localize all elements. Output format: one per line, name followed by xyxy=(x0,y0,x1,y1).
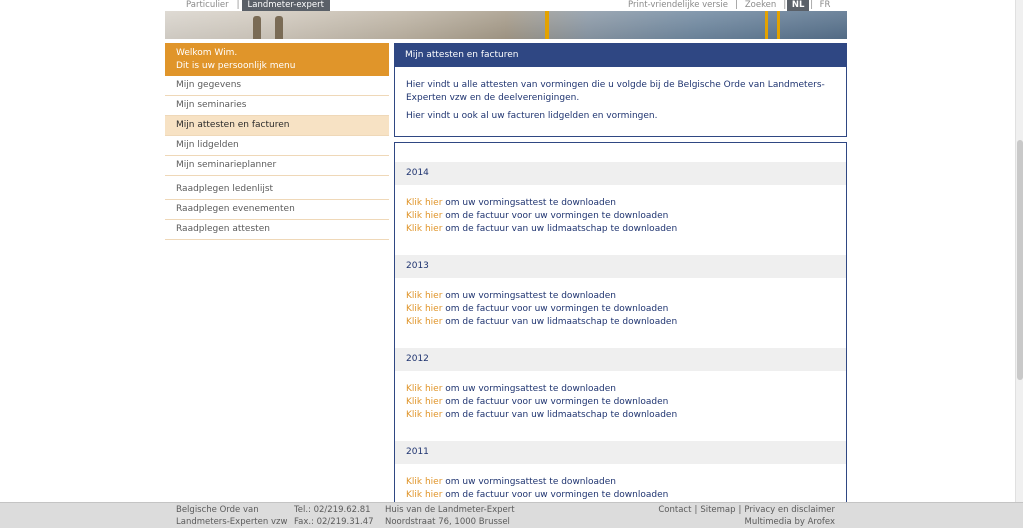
download-description: om uw vormingsattest te downloaden xyxy=(445,384,616,394)
menu-item-mijn-seminarieplanner[interactable]: Mijn seminarieplanner xyxy=(165,156,389,176)
menu-item-mijn-lidgelden[interactable]: Mijn lidgelden xyxy=(165,136,389,156)
intro-paragraph: Hier vindt u alle attesten van vormingen… xyxy=(406,80,825,103)
download-row: Klik hier om de factuur van uw lidmaatsc… xyxy=(406,223,835,236)
footer-privacy-link[interactable]: Privacy en disclaimer xyxy=(744,505,835,515)
download-description: om uw vormingsattest te downloaden xyxy=(445,477,616,487)
tab-particulier[interactable]: Particulier xyxy=(180,0,235,11)
footer-sitemap-link[interactable]: Sitemap xyxy=(700,505,735,515)
banner-crane xyxy=(765,11,768,39)
year-heading: 2014 xyxy=(395,162,846,185)
audience-tabs: Particulier | Landmeter-expert xyxy=(180,0,330,11)
klik-hier-link[interactable]: Klik hier xyxy=(406,224,442,234)
menu-item-raadplegen-ledenlijst[interactable]: Raadplegen ledenlijst xyxy=(165,180,389,200)
download-links: Klik hier om uw vormingsattest te downlo… xyxy=(395,185,846,236)
footer-street: Noordstraat 76, 1000 Brussel xyxy=(385,517,510,527)
year-heading: 2013 xyxy=(395,255,846,278)
klik-hier-link[interactable]: Klik hier xyxy=(406,397,442,407)
banner-person xyxy=(275,16,283,39)
menu-item-raadplegen-evenementen[interactable]: Raadplegen evenementen xyxy=(165,200,389,220)
footer-address: Huis van de Landmeter-Expert Noordstraat… xyxy=(385,504,515,528)
download-description: om de factuur voor uw vormingen te downl… xyxy=(445,304,669,314)
klik-hier-link[interactable]: Klik hier xyxy=(406,410,442,420)
download-description: om de factuur van uw lidmaatschap te dow… xyxy=(445,224,678,234)
download-row: Klik hier om de factuur voor uw vorminge… xyxy=(406,210,835,223)
download-links: Klik hier om uw vormingsattest te downlo… xyxy=(395,464,846,504)
print-link[interactable]: Print-vriendelijke versie xyxy=(622,0,734,11)
download-links: Klik hier om uw vormingsattest te downlo… xyxy=(395,371,846,422)
klik-hier-link[interactable]: Klik hier xyxy=(406,291,442,301)
welcome-box: Welkom Wim. Dit is uw persoonlijk menu xyxy=(165,43,389,76)
banner-person xyxy=(253,16,261,39)
menu-item-mijn-attesten-en-facturen[interactable]: Mijn attesten en facturen xyxy=(165,116,389,136)
footer-tel: Tel.: 02/219.62.81 xyxy=(294,505,371,515)
klik-hier-link[interactable]: Klik hier xyxy=(406,317,442,327)
download-row: Klik hier om de factuur van uw lidmaatsc… xyxy=(406,409,835,422)
klik-hier-link[interactable]: Klik hier xyxy=(406,477,442,487)
download-row: Klik hier om de factuur voor uw vorminge… xyxy=(406,303,835,316)
download-row: Klik hier om uw vormingsattest te downlo… xyxy=(406,197,835,210)
year-heading: 2012 xyxy=(395,348,846,371)
page-scrollbar[interactable] xyxy=(1015,0,1023,502)
search-link[interactable]: Zoeken xyxy=(739,0,783,11)
klik-hier-link[interactable]: Klik hier xyxy=(406,211,442,221)
utility-links: Print-vriendelijke versie | Zoeken | NL … xyxy=(622,0,836,11)
link-separator: | xyxy=(694,505,698,515)
year-heading: 2011 xyxy=(395,441,846,464)
download-row: Klik hier om de factuur van uw lidmaatsc… xyxy=(406,316,835,329)
banner-crane xyxy=(545,11,549,39)
klik-hier-link[interactable]: Klik hier xyxy=(406,384,442,394)
download-links: Klik hier om uw vormingsattest te downlo… xyxy=(395,278,846,329)
year-block: 2014 Klik hier om uw vormingsattest te d… xyxy=(395,162,846,236)
download-row: Klik hier om de factuur voor uw vorminge… xyxy=(406,396,835,409)
intro-paragraph: Hier vindt u ook al uw facturen lidgelde… xyxy=(406,111,658,121)
tab-landmeter-expert[interactable]: Landmeter-expert xyxy=(241,0,330,11)
footer-org-name: Belgische Orde van xyxy=(176,505,259,515)
footer-links: Contact | Sitemap | Privacy en disclaimer Mu… xyxy=(658,504,835,528)
klik-hier-link[interactable]: Klik hier xyxy=(406,304,442,314)
footer-house: Huis van de Landmeter-Expert xyxy=(385,505,515,515)
download-description: om de factuur van uw lidmaatschap te dow… xyxy=(445,410,678,420)
intro-panel: Mijn attesten en facturen Hier vindt u a… xyxy=(394,43,847,137)
download-description: om de factuur voor uw vormingen te downl… xyxy=(445,211,669,221)
banner-crane xyxy=(777,11,780,39)
menu-item-mijn-gegevens[interactable]: Mijn gegevens xyxy=(165,76,389,96)
download-row: Klik hier om uw vormingsattest te downlo… xyxy=(406,290,835,303)
download-description: om uw vormingsattest te downloaden xyxy=(445,291,616,301)
download-description: om de factuur voor uw vormingen te downl… xyxy=(445,397,669,407)
personal-menu: Welkom Wim. Dit is uw persoonlijk menu M… xyxy=(165,43,389,240)
intro-text: Hier vindt u alle attesten van vormingen… xyxy=(395,67,846,123)
download-row: Klik hier om de factuur voor uw vorminge… xyxy=(406,489,835,502)
footer-organisation: Belgische Orde van Landmeters-Experten v… xyxy=(176,504,287,528)
documents-panel: 2014 Klik hier om uw vormingsattest te d… xyxy=(394,142,847,504)
banner-photo xyxy=(165,11,847,39)
footer-org-name: Landmeters-Experten vzw xyxy=(176,517,288,527)
site-footer: Belgische Orde van Landmeters-Experten v… xyxy=(0,502,1023,528)
year-block: 2012 Klik hier om uw vormingsattest te d… xyxy=(395,348,846,422)
klik-hier-link[interactable]: Klik hier xyxy=(406,490,442,500)
klik-hier-link[interactable]: Klik hier xyxy=(406,198,442,208)
language-fr[interactable]: FR xyxy=(814,0,836,11)
menu-item-raadplegen-attesten[interactable]: Raadplegen attesten xyxy=(165,220,389,240)
language-nl[interactable]: NL xyxy=(787,0,810,11)
footer-phone: Tel.: 02/219.62.81 Fax.: 02/219.31.47 xyxy=(294,504,374,528)
footer-contact-link[interactable]: Contact xyxy=(658,505,691,515)
page-title: Mijn attesten en facturen xyxy=(395,44,846,67)
year-block: 2011 Klik hier om uw vormingsattest te d… xyxy=(395,441,846,504)
scrollbar-thumb[interactable] xyxy=(1017,140,1023,380)
menu-item-mijn-seminaries[interactable]: Mijn seminaries xyxy=(165,96,389,116)
download-row: Klik hier om uw vormingsattest te downlo… xyxy=(406,476,835,489)
tab-separator: | xyxy=(236,0,240,10)
footer-credit[interactable]: Multimedia by Arofex xyxy=(658,516,835,528)
welcome-greeting: Welkom Wim. xyxy=(176,48,238,58)
download-description: om de factuur voor uw vormingen te downl… xyxy=(445,490,669,500)
footer-fax: Fax.: 02/219.31.47 xyxy=(294,517,374,527)
year-block: 2013 Klik hier om uw vormingsattest te d… xyxy=(395,255,846,329)
download-row: Klik hier om uw vormingsattest te downlo… xyxy=(406,383,835,396)
download-description: om uw vormingsattest te downloaden xyxy=(445,198,616,208)
welcome-subtitle: Dit is uw persoonlijk menu xyxy=(176,60,296,71)
download-description: om de factuur van uw lidmaatschap te dow… xyxy=(445,317,678,327)
